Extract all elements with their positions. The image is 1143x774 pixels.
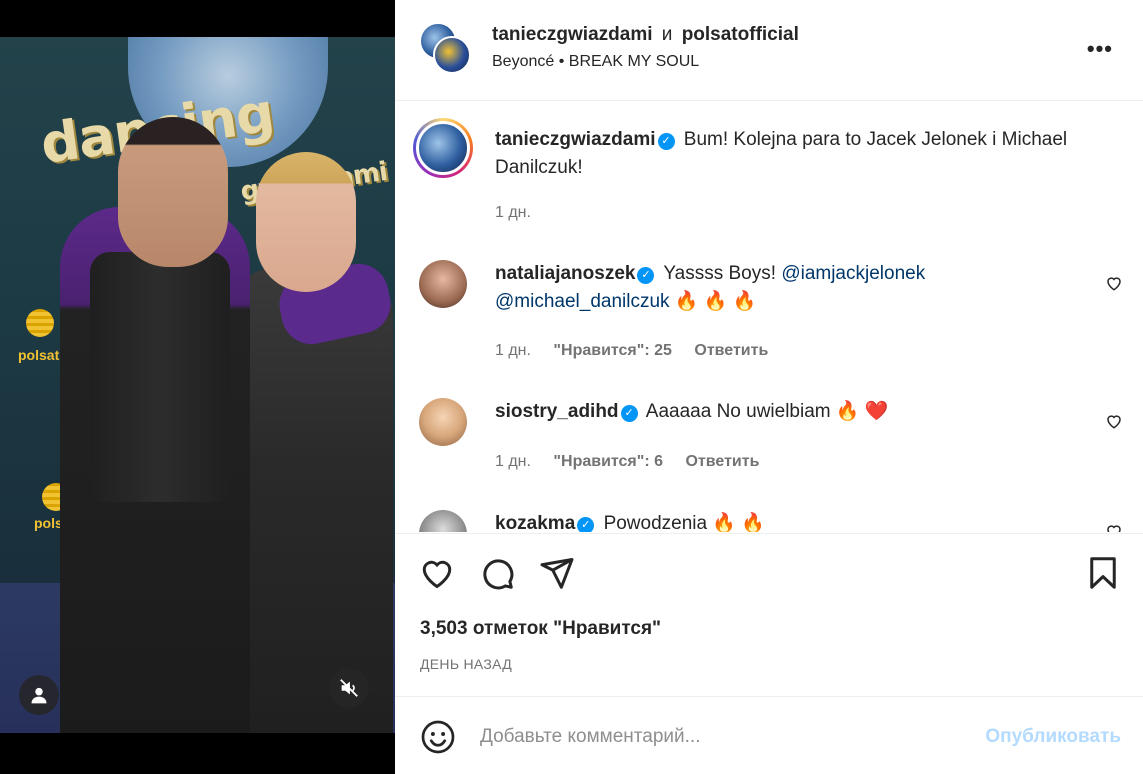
account-link[interactable]: polsatofficial <box>682 24 799 45</box>
more-options-button[interactable]: ••• <box>1087 36 1113 62</box>
and-label: и <box>661 24 673 45</box>
verified-icon: ✓ <box>637 267 655 284</box>
comment-body: Aaaaaa No uwielbiam <box>645 401 831 422</box>
caption-time: 1 дн. <box>495 204 531 221</box>
fire-emoji: 🔥 <box>835 401 860 422</box>
comment-likes[interactable]: "Нравится": 6 <box>553 453 663 470</box>
comment-username[interactable]: kozakma <box>495 513 575 532</box>
person-right-head <box>256 152 356 292</box>
fire-emoji: 🔥 🔥 🔥 <box>674 291 757 312</box>
audio-info[interactable]: Beyoncé • BREAK MY SOUL <box>492 53 699 71</box>
reply-button[interactable]: Ответить <box>694 342 768 359</box>
likes-count[interactable]: 3,503 отметок "Нравится" <box>420 618 661 640</box>
person-left-head <box>118 117 228 267</box>
avatar[interactable] <box>433 36 471 74</box>
add-comment-bar: Опубликовать <box>395 697 1143 774</box>
person-left-vest <box>90 252 230 502</box>
mention-link[interactable]: @michael_danilczuk <box>495 291 670 312</box>
caption-username[interactable]: tanieczgwiazdami <box>495 129 656 150</box>
polsat-brand-text: polsat <box>18 347 60 363</box>
avatar[interactable] <box>419 260 467 308</box>
comment-meta: 1 дн. "Нравится": 6 Ответить <box>495 453 759 471</box>
polsat-logo-icon <box>26 309 54 337</box>
collab-avatars[interactable] <box>419 22 471 74</box>
comment-time: 1 дн. <box>495 453 531 470</box>
audio-separator: • <box>558 53 565 70</box>
avatar <box>416 121 470 175</box>
mute-button[interactable] <box>329 668 369 708</box>
comment-time: 1 дн. <box>495 342 531 359</box>
comment-text: siostry_adihd ✓ Aaaaaa No uwielbiam 🔥 ❤️ <box>495 398 1095 426</box>
mention-link[interactable]: @iamjackjelonek <box>781 263 925 284</box>
tagged-users-button[interactable] <box>19 675 59 715</box>
divider <box>395 533 1143 534</box>
bookmark-icon[interactable] <box>1085 555 1121 591</box>
comment-username[interactable]: nataliajanoszek <box>495 263 635 284</box>
post-header: tanieczgwiazdami и polsatofficial Beyonc… <box>395 0 1143 101</box>
comments-list[interactable]: tanieczgwiazdami ✓ Bum! Kolejna para to J… <box>395 102 1143 532</box>
comment-meta: 1 дн. "Нравится": 25 Ответить <box>495 342 768 360</box>
caption-text: tanieczgwiazdami ✓ Bum! Kolejna para to J… <box>495 126 1095 182</box>
like-heart-icon[interactable] <box>419 555 455 591</box>
account-link[interactable]: tanieczgwiazdami <box>492 24 653 45</box>
comment-likes[interactable]: "Нравится": 25 <box>553 342 672 359</box>
user-icon <box>31 687 47 704</box>
emoji-icon[interactable] <box>420 719 456 755</box>
caption-avatar[interactable] <box>413 118 473 178</box>
verified-icon: ✓ <box>657 133 675 150</box>
comment-text: kozakma ✓ Powodzenia 🔥 🔥 <box>495 510 1095 532</box>
caption-meta: 1 дн. <box>495 204 549 222</box>
like-comment-heart-icon[interactable] <box>1105 274 1123 292</box>
share-icon[interactable] <box>539 555 575 591</box>
reply-button[interactable]: Ответить <box>685 453 759 470</box>
comment-text: nataliajanoszek ✓ Yassss Boys! @iamjackje… <box>495 260 1095 316</box>
video-player[interactable]: dancing gwiazdami polsat polsat polsat <box>0 37 395 733</box>
audio-artist: Beyoncé <box>492 53 555 70</box>
avatar[interactable] <box>419 398 467 446</box>
fire-emoji: 🔥 🔥 <box>712 513 765 532</box>
comment-input[interactable] <box>480 719 960 755</box>
post-actions <box>395 545 1143 605</box>
comment-body: Powodzenia <box>603 513 708 532</box>
comment-body: Yassss Boys! <box>663 263 777 284</box>
post-date[interactable]: ДЕНЬ НАЗАД <box>420 656 512 672</box>
media-panel: dancing gwiazdami polsat polsat polsat <box>0 0 395 774</box>
like-comment-heart-icon[interactable] <box>1105 412 1123 430</box>
speaker-muted-icon <box>340 679 358 697</box>
verified-icon: ✓ <box>577 517 595 532</box>
verified-icon: ✓ <box>620 405 638 422</box>
publish-button[interactable]: Опубликовать <box>985 726 1121 748</box>
red-heart-emoji: ❤️ <box>864 401 889 422</box>
header-accounts: tanieczgwiazdami и polsatofficial <box>492 24 799 46</box>
post-side-panel: tanieczgwiazdami и polsatofficial Beyonc… <box>395 0 1143 774</box>
audio-track: BREAK MY SOUL <box>568 53 700 70</box>
like-comment-heart-icon[interactable] <box>1105 522 1123 532</box>
comment-username[interactable]: siostry_adihd <box>495 401 619 422</box>
avatar[interactable] <box>419 510 467 532</box>
comment-icon[interactable] <box>479 555 515 591</box>
